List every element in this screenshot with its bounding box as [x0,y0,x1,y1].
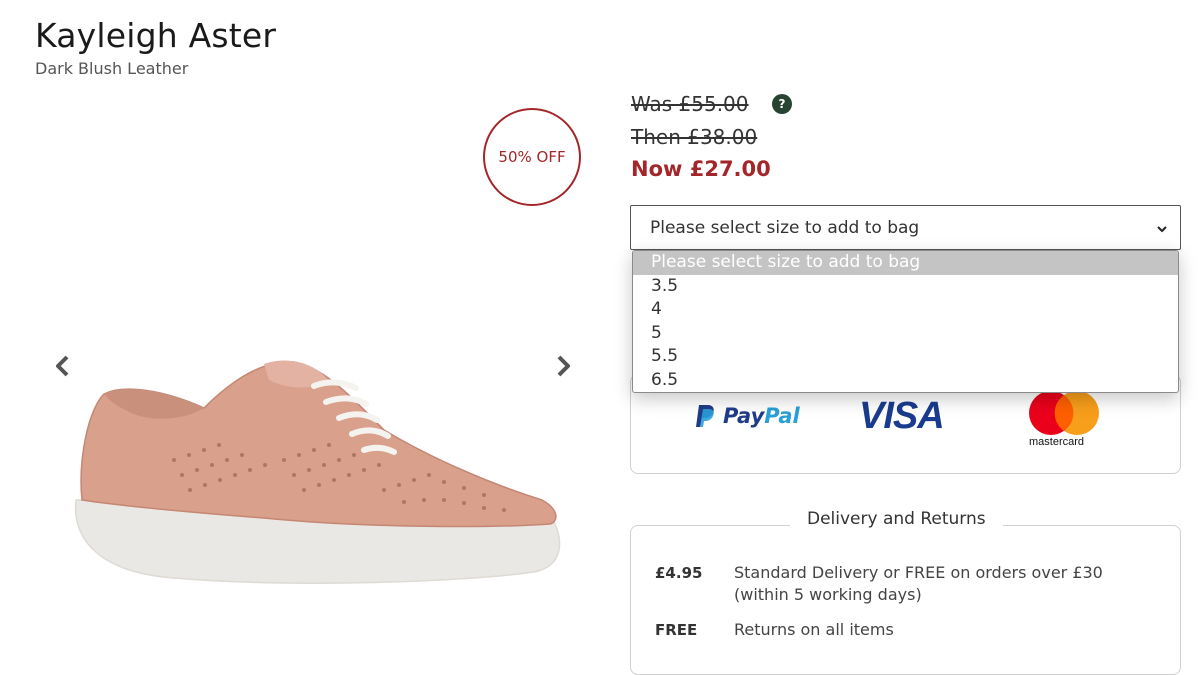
product-variant: Dark Blush Leather [35,59,189,78]
product-title: Kayleigh Aster [35,16,277,55]
price-then: Then £38.00 [631,125,758,149]
paypal-pay: Pay [723,404,765,428]
mastercard-label: mastercard [1029,436,1085,448]
paypal-pal: Pal [764,404,800,428]
size-option[interactable]: 5.5 [633,345,1178,369]
size-option[interactable]: 5 [633,322,1178,346]
size-option[interactable]: 6.5 [633,369,1178,393]
returns-cost: FREE [655,621,698,639]
chevron-down-icon [1156,220,1168,240]
delivery-returns-title: Delivery and Returns [790,509,1003,529]
product-image[interactable] [64,350,569,590]
size-option[interactable]: Please select size to add to bag [633,251,1178,275]
delivery-returns-panel: £4.95 Standard Delivery or FREE on order… [630,525,1181,675]
returns-description: Returns on all items [734,620,894,639]
delivery-cost: £4.95 [655,564,703,582]
size-option[interactable]: 3.5 [633,275,1178,299]
discount-badge: 50% OFF [483,108,581,206]
price-was: Was £55.00 [631,92,749,116]
paypal-logo: PayPal [695,403,800,429]
size-select-value: Please select size to add to bag [650,217,920,238]
size-option[interactable]: 4 [633,298,1178,322]
price-now: Now £27.00 [631,157,771,181]
delivery-description: Standard Delivery or FREE on orders over… [734,563,1103,604]
size-select[interactable]: Please select size to add to bag [630,205,1181,250]
size-dropdown-list[interactable]: Please select size to add to bag 3.5 4 5… [632,250,1179,393]
paypal-icon [696,405,714,427]
question-icon[interactable]: ? [772,94,792,114]
visa-logo: VISA [859,395,945,437]
